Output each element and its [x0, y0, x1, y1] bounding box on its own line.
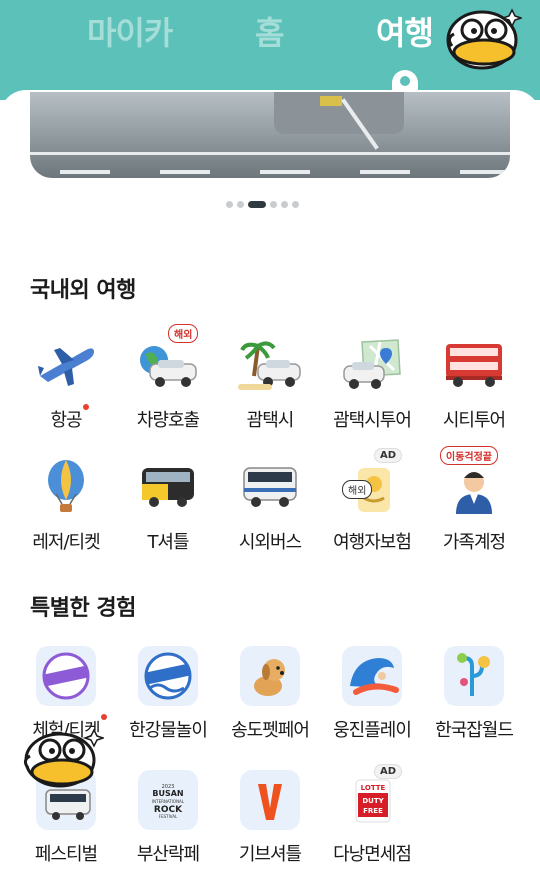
family-account-icon — [456, 472, 492, 514]
mascot-duck-icon[interactable] — [20, 726, 104, 792]
top-tab-bar: 마이카 홈 여행 — [0, 0, 540, 100]
tab-indicator-dot — [400, 76, 410, 86]
menu-item-label: 다낭면세점 — [333, 844, 412, 865]
page-dot-active — [248, 201, 266, 208]
hot-air-balloon-icon — [48, 460, 84, 512]
menu-item-flight[interactable]: 항공 — [14, 336, 118, 432]
menu-item-label: 시티투어 — [442, 410, 506, 431]
menu-item-label: 한강물놀이 — [129, 720, 208, 741]
page-dot — [292, 201, 299, 208]
menu-item-city-tour[interactable]: 시티투어 — [422, 336, 526, 432]
menu-item-guam-taxi[interactable]: 괌택시 — [218, 336, 322, 432]
menu-item-label: T셔틀 — [147, 532, 189, 553]
menu-item-label: 웅진플레이 — [333, 720, 412, 741]
svg-text:FESTIVAL: FESTIVAL — [159, 814, 178, 819]
svg-text:DUTY: DUTY — [362, 797, 384, 805]
original-ticket-icon — [42, 652, 90, 700]
ad-badge: AD — [374, 448, 403, 463]
section-title-travel: 국내외 여행 — [30, 278, 136, 303]
tab-travel[interactable]: 여행 — [376, 8, 434, 54]
lotte-duty-free-icon: LOTTE DUTY FREE — [355, 779, 391, 823]
tab-home[interactable]: 홈 — [255, 8, 284, 54]
menu-item-travel-insurance[interactable]: AD 해외 여행자보험 — [320, 448, 424, 554]
puppy-icon — [254, 659, 285, 696]
menu-item-label: 송도펫페어 — [231, 720, 310, 741]
double-decker-bus-icon — [446, 344, 502, 387]
menu-item-family-account[interactable]: 이동걱정끝 가족계정 — [422, 446, 526, 554]
surfing-icon — [350, 658, 399, 695]
overseas-badge: 해외 — [168, 324, 199, 343]
page-dot — [281, 201, 288, 208]
menu-item-label: 여행자보험 — [333, 532, 412, 553]
jobworld-icon — [457, 653, 490, 696]
svg-text:INTERNATIONAL: INTERNATIONAL — [152, 799, 185, 804]
menu-item-danang-duty-free[interactable]: LOTTE DUTY FREE AD 다낭면세점 — [320, 764, 424, 866]
shuttle-bus-icon — [142, 468, 194, 507]
overseas-tag: 해외 — [342, 480, 373, 499]
tab-mycar[interactable]: 마이카 — [87, 8, 173, 54]
menu-item-woongjin-play[interactable]: 웅진플레이 — [320, 646, 424, 742]
worry-free-badge: 이동걱정끝 — [440, 446, 498, 465]
page-dot — [237, 201, 244, 208]
menu-item-busan-rock-festival[interactable]: 2023 BUSAN INTERNATIONAL ROCK FESTIVAL 부… — [116, 770, 220, 866]
menu-item-label: 차량호출 — [136, 410, 200, 431]
menu-item-label: 괌택시 — [246, 410, 295, 431]
page-dot — [226, 201, 233, 208]
busan-rock-icon: 2023 BUSAN INTERNATIONAL ROCK FESTIVAL — [152, 784, 185, 819]
intercity-bus-icon — [243, 467, 297, 507]
menu-item-t-shuttle[interactable]: T셔틀 — [116, 458, 220, 554]
menu-item-guam-taxi-tour[interactable]: 괌택시투어 — [320, 336, 424, 432]
new-dot-icon — [82, 404, 89, 410]
menu-item-ride-hailing[interactable]: 해외 차량호출 — [116, 324, 220, 432]
new-dot-icon — [100, 714, 107, 720]
menu-item-leisure-ticket[interactable]: 레저/티켓 — [14, 458, 118, 554]
ad-badge: AD — [374, 764, 403, 779]
banner-pagination[interactable] — [226, 201, 299, 208]
airplane-icon — [38, 348, 94, 386]
mascot-duck-icon — [446, 8, 522, 70]
palm-taxi-icon — [238, 341, 301, 390]
menu-item-songdo-pet-fair[interactable]: 송도펫페어 — [218, 646, 322, 742]
menu-item-label: 항공 — [50, 410, 82, 431]
original-wave-icon — [144, 652, 192, 700]
promo-banner[interactable] — [30, 92, 510, 178]
menu-item-label: 레저/티켓 — [32, 532, 100, 553]
menu-item-label: 부산락페 — [136, 844, 200, 865]
svg-text:BUSAN: BUSAN — [152, 789, 183, 798]
menu-item-korea-job-world[interactable]: 한국잡월드 — [422, 646, 526, 742]
section-title-experience: 특별한 경험 — [30, 596, 136, 621]
menu-item-label: 시외버스 — [238, 532, 302, 553]
car-globe-icon — [140, 346, 197, 387]
menu-item-label: 기브셔틀 — [238, 844, 302, 865]
menu-item-label: 한국잡월드 — [435, 720, 514, 741]
give-shuttle-icon — [258, 784, 282, 820]
map-taxi-icon — [343, 339, 401, 389]
menu-item-label: 페스티벌 — [34, 844, 98, 865]
menu-item-intercity-bus[interactable]: 시외버스 — [218, 458, 322, 554]
menu-item-label: 괌택시투어 — [333, 410, 412, 431]
menu-item-give-shuttle[interactable]: 기브셔틀 — [218, 770, 322, 866]
svg-text:FREE: FREE — [363, 807, 383, 815]
menu-item-hangang-water-play[interactable]: 한강물놀이 — [116, 646, 220, 742]
svg-text:LOTTE: LOTTE — [361, 784, 386, 792]
page-dot — [270, 201, 277, 208]
menu-item-label: 가족계정 — [442, 532, 506, 553]
